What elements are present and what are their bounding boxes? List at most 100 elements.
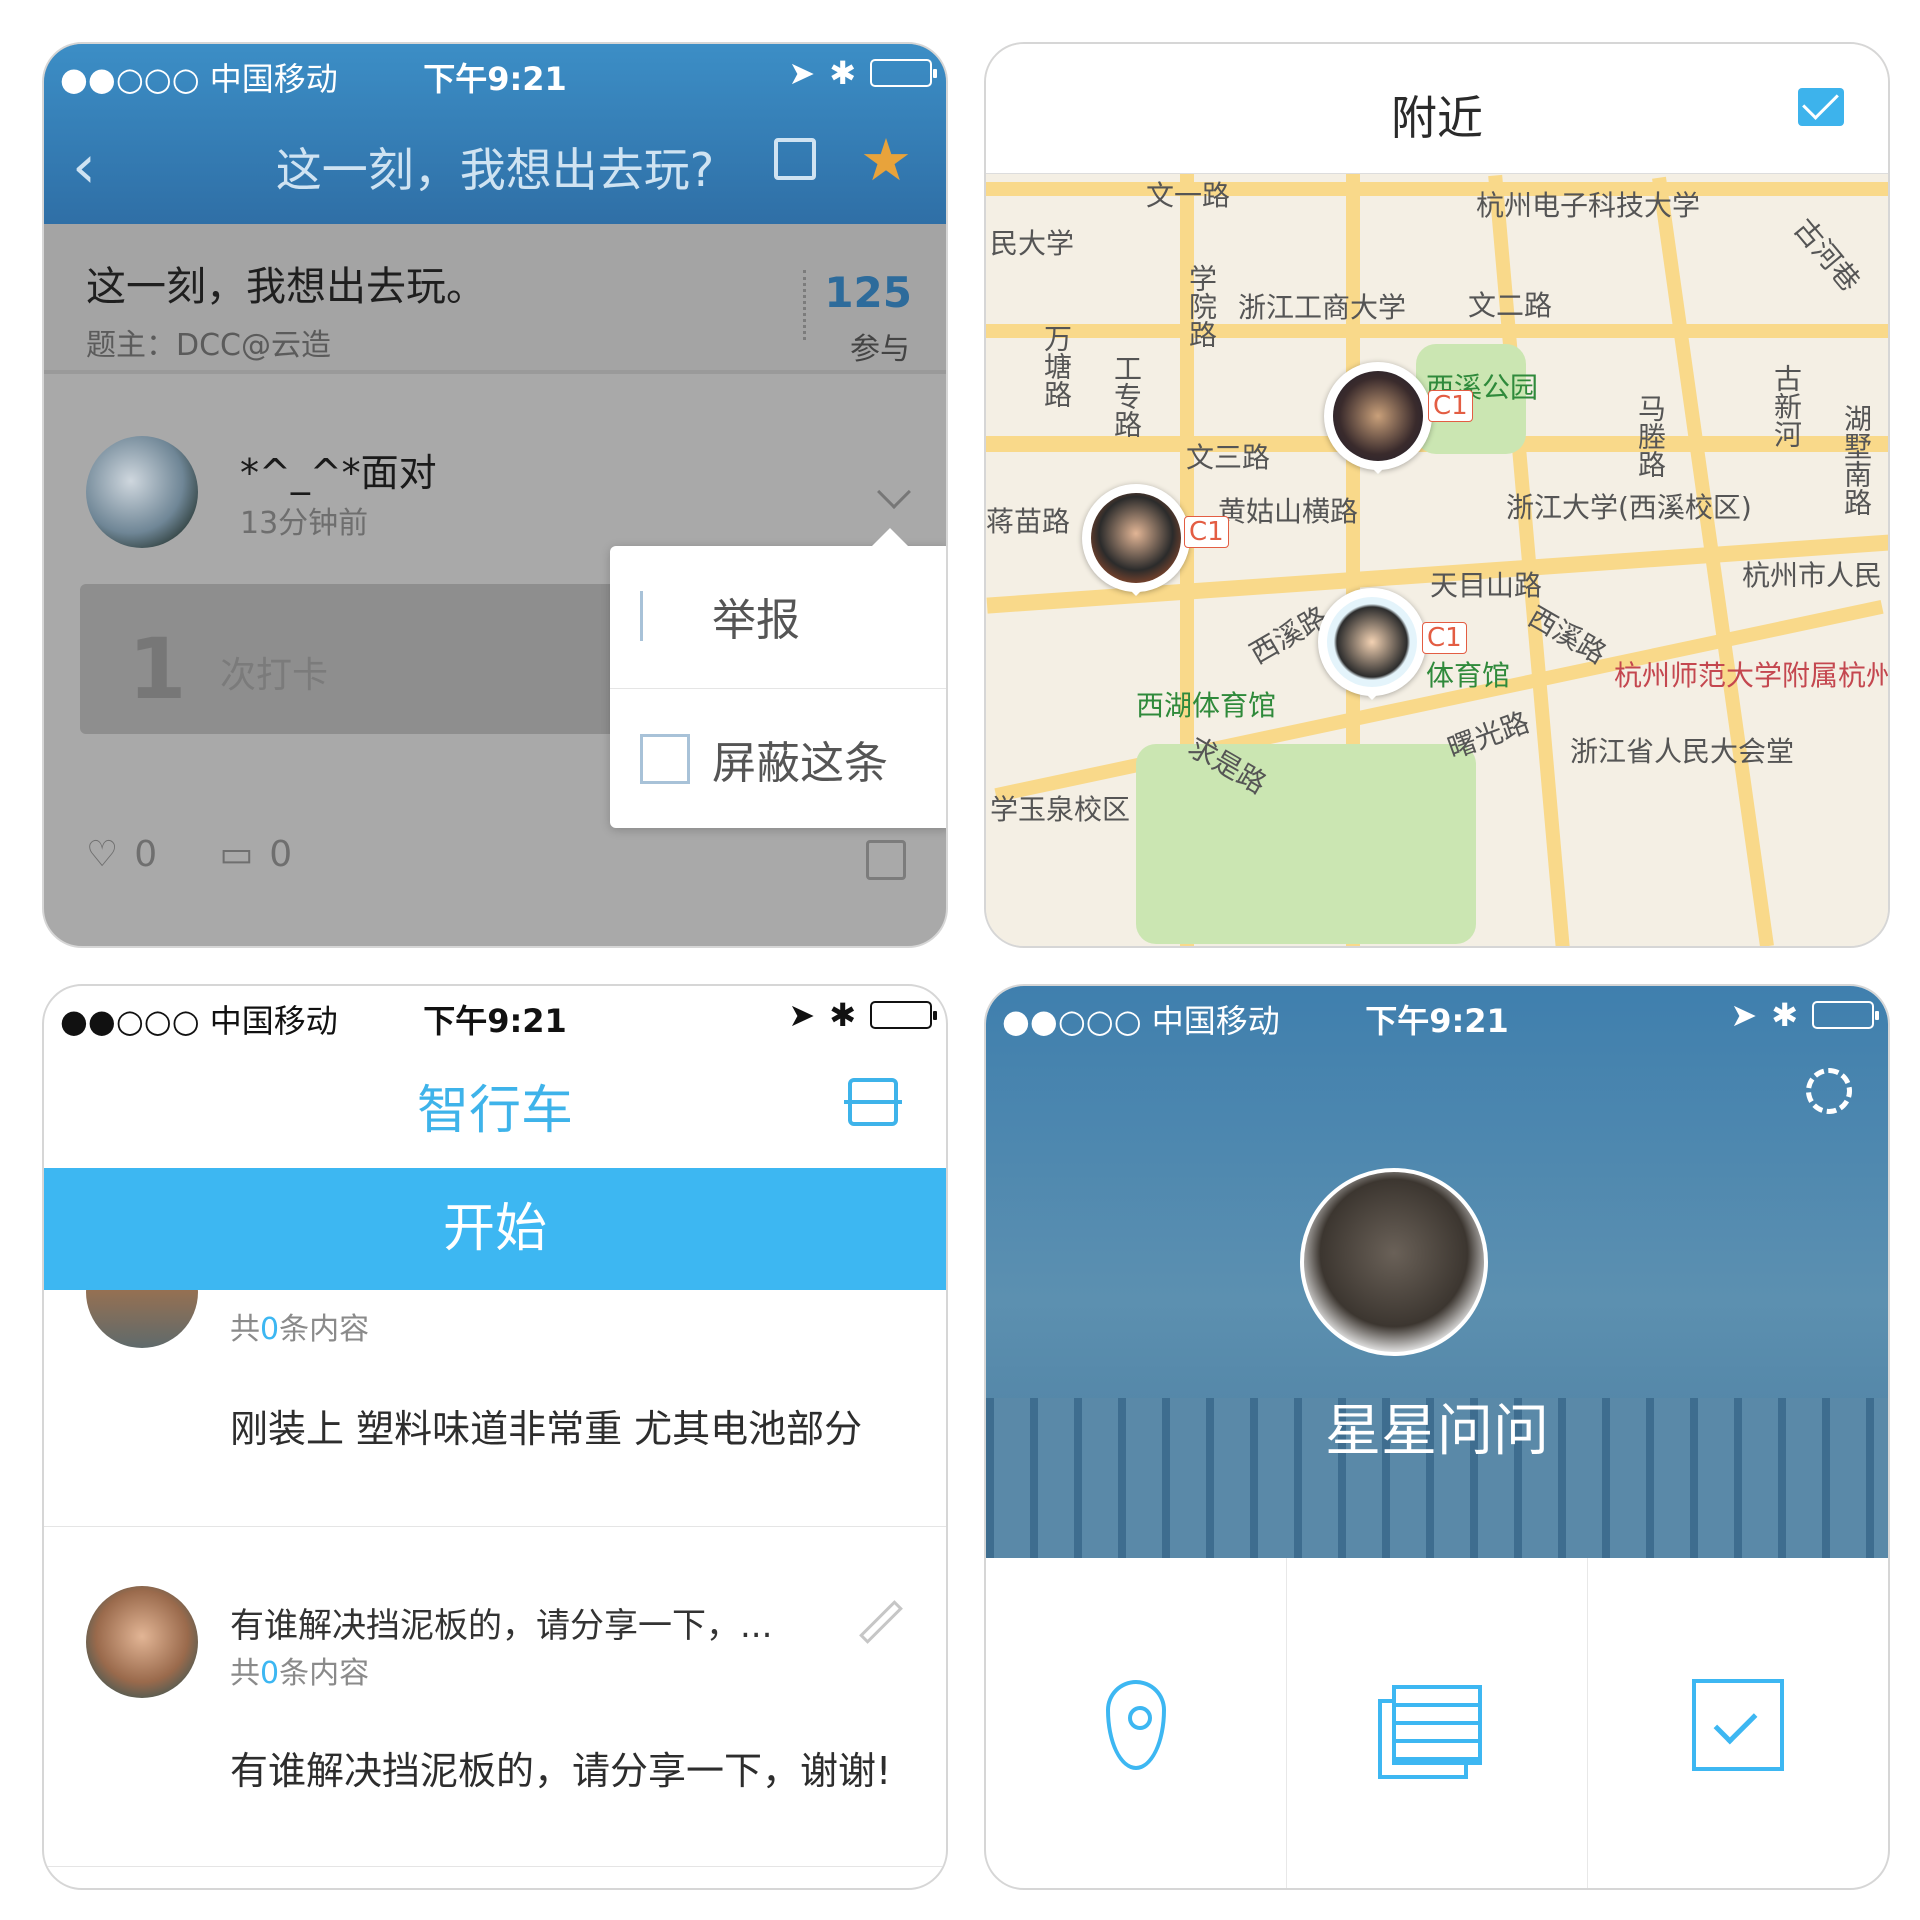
- map-label: 湖墅南路: [1840, 404, 1873, 516]
- user-map-pin[interactable]: [1318, 588, 1426, 700]
- avatar[interactable]: [1300, 1168, 1488, 1356]
- map-label: 文二路: [1468, 289, 1553, 322]
- page-title: 附近: [1391, 91, 1483, 145]
- page-title: 智行车: [416, 1081, 573, 1141]
- location-icon: ➤: [1730, 996, 1758, 1034]
- hide-label: 屏蔽这条: [712, 737, 888, 789]
- location-pin-icon: [1106, 1680, 1166, 1770]
- map-label: 蒋苗路: [986, 505, 1071, 538]
- map-label: 工专路: [1110, 354, 1143, 438]
- status-right: ➤ ✱: [788, 996, 937, 1034]
- start-button[interactable]: 开始: [44, 1168, 946, 1290]
- map-label: 杭州市人民: [1742, 559, 1883, 592]
- tab-checkin[interactable]: [1588, 1558, 1888, 1888]
- chevron-down-icon[interactable]: [877, 475, 911, 509]
- star-icon[interactable]: ★: [860, 126, 912, 194]
- nearby-panel: 附近 杭州电子科技大学 文一路 民大学 浙江工商大学 文二路 学院路 万塘路 工…: [984, 42, 1890, 948]
- participant-count: 125: [824, 268, 912, 317]
- profile-tabs: [986, 1558, 1888, 1888]
- content-count: 共0条内容: [230, 1312, 370, 1347]
- share-icon[interactable]: [774, 138, 816, 180]
- topic-title: 这一刻，我想出去玩。: [86, 264, 486, 310]
- participant-label: 参与: [850, 332, 910, 367]
- map-label: 文一路: [1146, 179, 1231, 212]
- map-label: 天目山路: [1430, 569, 1543, 602]
- map-label: 浙江省人民大会堂: [1570, 735, 1795, 768]
- map-label: 学玉泉校区: [990, 793, 1131, 826]
- topic-owner: 题主：DCC@云造: [86, 328, 331, 363]
- map-label: 杭州师范大学附属杭州: [1614, 659, 1890, 692]
- action-menu: 举报 屏蔽这条: [610, 528, 946, 828]
- battery-icon: [870, 1001, 937, 1029]
- bluetooth-icon: ✱: [829, 54, 856, 92]
- profile-panel: ●●○○○ 中国移动 下午9:21 ➤ ✱ 星星问问: [984, 984, 1890, 1890]
- user-map-pin[interactable]: [1324, 362, 1432, 474]
- user-map-pin[interactable]: [1082, 484, 1190, 596]
- topic-header: ●●○○○ 中国移动 下午9:21 ➤ ✱ ‹ 这一刻，我想出去玩? ★: [44, 44, 946, 224]
- user-name[interactable]: *^_^*面对: [240, 442, 437, 497]
- bike-panel: ●●○○○ 中国移动 下午9:21 ➤ ✱ 智行车 共0条内容 刚装上 塑料味道非…: [42, 984, 948, 1890]
- share-icon[interactable]: [866, 840, 906, 880]
- hide-menu-item[interactable]: 屏蔽这条: [610, 688, 946, 828]
- nearby-header: 附近: [986, 44, 1888, 174]
- map-view[interactable]: 杭州电子科技大学 文一路 民大学 浙江工商大学 文二路 学院路 万塘路 工专路 …: [986, 174, 1890, 946]
- map-label: 马塍路: [1634, 394, 1667, 478]
- divider: [803, 270, 806, 340]
- map-label: 古新河: [1770, 364, 1803, 448]
- divider: [44, 1526, 946, 1527]
- divider: [44, 1866, 946, 1867]
- map-label: 万塘路: [1040, 324, 1073, 408]
- map-label: 古河巷: [1787, 212, 1867, 298]
- post-body: 刚装上 塑料味道非常重 尤其电池部分: [230, 1407, 863, 1451]
- map-label: 学院路: [1185, 264, 1218, 348]
- edit-icon[interactable]: [859, 1600, 903, 1644]
- user-badge: C1: [1184, 516, 1229, 548]
- document-list-icon: [1392, 1685, 1482, 1765]
- checkin-count: 1: [128, 620, 187, 718]
- comment-icon[interactable]: ▭: [219, 834, 253, 875]
- user-badge: C1: [1422, 622, 1467, 654]
- battery-icon: [1812, 1001, 1879, 1029]
- mail-icon[interactable]: [1798, 88, 1844, 126]
- report-label: 举报: [712, 595, 800, 646]
- comment-count: 0: [269, 834, 293, 875]
- map-label: 文三路: [1186, 441, 1271, 474]
- checkbox-note-icon: [1692, 1679, 1784, 1771]
- battery-icon: [870, 59, 937, 87]
- map-label: 黄姑山横路: [1218, 495, 1359, 528]
- road: [986, 324, 1888, 338]
- checkin-card[interactable]: 1 次打卡: [80, 584, 620, 734]
- map-label: 体育馆: [1426, 659, 1511, 692]
- status-bar: ●●○○○ 中国移动 下午9:21 ➤ ✱: [44, 44, 946, 108]
- report-menu-item[interactable]: 举报: [610, 546, 946, 686]
- flag-icon: [640, 591, 690, 641]
- like-count: 0: [134, 834, 158, 875]
- tab-location[interactable]: [986, 1558, 1287, 1888]
- map-label: 杭州电子科技大学: [1476, 189, 1701, 222]
- bluetooth-icon: ✱: [829, 996, 856, 1034]
- tab-posts[interactable]: [1287, 1558, 1588, 1888]
- road: [986, 182, 1888, 196]
- post-body: 有谁解决挡泥板的，请分享一下，谢谢!: [230, 1749, 892, 1793]
- post-actions: ♡ 0 ▭ 0: [86, 834, 292, 875]
- bluetooth-icon: ✱: [1771, 996, 1798, 1034]
- heart-icon[interactable]: ♡: [86, 834, 118, 875]
- map-label: 曙光路: [1443, 705, 1534, 766]
- avatar[interactable]: [86, 1586, 198, 1698]
- map-label: 西湖体育馆: [1136, 689, 1277, 722]
- location-icon: ➤: [788, 54, 816, 92]
- map-label: 浙江工商大学: [1238, 291, 1407, 324]
- park-area: [1136, 744, 1476, 944]
- avatar[interactable]: [86, 436, 198, 548]
- status-bar: ●●○○○ 中国移动 下午9:21 ➤ ✱: [986, 986, 1888, 1050]
- post-time: 13分钟前: [240, 506, 369, 541]
- checkin-label: 次打卡: [220, 655, 329, 696]
- close-box-icon: [640, 733, 690, 784]
- post-title[interactable]: 有谁解决挡泥板的，请分享一下，...: [230, 1598, 772, 1647]
- status-right: ➤ ✱: [788, 54, 937, 92]
- location-icon: ➤: [788, 996, 816, 1034]
- scan-icon[interactable]: [844, 1078, 902, 1126]
- topic-summary: 这一刻，我想出去玩。 题主：DCC@云造 125 参与: [44, 224, 946, 374]
- content-count: 共0条内容: [230, 1656, 370, 1691]
- gear-icon[interactable]: [1806, 1068, 1852, 1114]
